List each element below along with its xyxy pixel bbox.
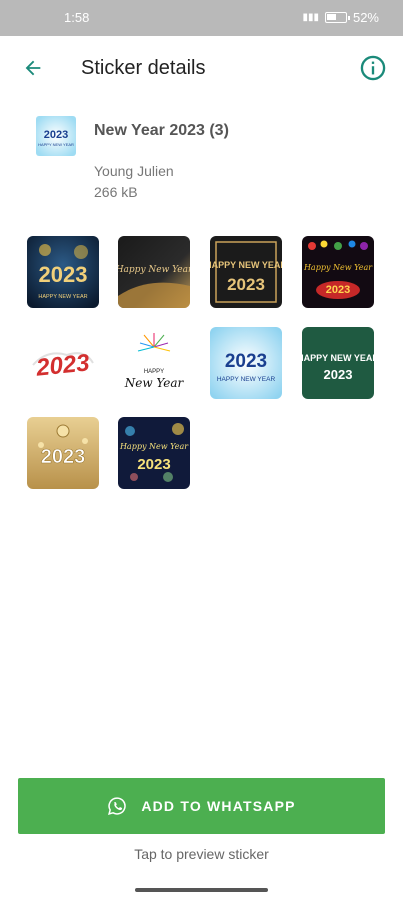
svg-text:Happy New Year: Happy New Year	[303, 263, 373, 272]
sticker-item[interactable]: 2023	[27, 417, 99, 489]
pack-name: New Year 2023 (3)	[94, 122, 229, 139]
battery-percent: 52%	[352, 10, 379, 25]
back-button[interactable]	[18, 53, 48, 83]
sticker-item[interactable]: HAPPY New Year	[118, 327, 190, 399]
signal-icon: ▮▮▮	[302, 12, 319, 23]
svg-text:2023: 2023	[137, 456, 170, 473]
svg-text:HAPPY NEW YEAR: HAPPY NEW YEAR	[217, 376, 276, 383]
svg-text:2023: 2023	[44, 129, 68, 141]
toolbar: Sticker details	[0, 36, 403, 102]
svg-text:2023: 2023	[225, 351, 267, 372]
svg-text:HAPPY NEW YEAR: HAPPY NEW YEAR	[210, 260, 282, 270]
pack-author: Young Julien	[94, 163, 174, 179]
svg-text:New Year: New Year	[124, 376, 185, 390]
sticker-item[interactable]: Happy New Year 2023	[302, 236, 374, 308]
svg-text:2023: 2023	[34, 349, 92, 382]
sticker-item[interactable]: Happy New Year	[118, 236, 190, 308]
sticker-grid: 2023 HAPPY NEW YEAR Happy New Year HAPPY…	[0, 236, 403, 496]
pack-header: 2023 HAPPY NEW YEAR New Year 2023 (3) Yo…	[0, 102, 403, 222]
sticker-item[interactable]: 2023 HAPPY NEW YEAR	[210, 327, 282, 399]
sticker-item[interactable]: HAPPY NEW YEAR 2023	[210, 236, 282, 308]
page-title: Sticker details	[81, 57, 206, 79]
info-button[interactable]	[359, 54, 387, 82]
status-indicators: ▮▮▮ 52%	[302, 10, 379, 25]
svg-text:Happy New Year: Happy New Year	[118, 265, 190, 275]
status-bar: 1:58 ▮▮▮ 52%	[0, 0, 403, 36]
svg-text:2023: 2023	[324, 367, 353, 382]
svg-text:2023: 2023	[41, 446, 86, 468]
svg-text:HAPPY NEW YEAR: HAPPY NEW YEAR	[302, 353, 374, 363]
sticker-item[interactable]: 2023	[27, 327, 99, 399]
pack-size: 266 kB	[94, 184, 138, 200]
add-button-label: ADD TO WHATSAPP	[141, 798, 296, 814]
sticker-item[interactable]: 2023 HAPPY NEW YEAR	[27, 236, 99, 308]
preview-hint: Tap to preview sticker	[134, 846, 269, 862]
home-indicator[interactable]	[135, 888, 268, 892]
svg-text:Happy New Year: Happy New Year	[119, 442, 189, 451]
svg-text:HAPPY: HAPPY	[144, 369, 164, 375]
battery-icon	[324, 12, 350, 23]
whatsapp-icon	[108, 797, 127, 815]
info-icon	[360, 55, 386, 81]
sticker-item[interactable]: Happy New Year 2023	[118, 417, 190, 489]
sticker-item[interactable]: HAPPY NEW YEAR 2023	[302, 327, 374, 399]
svg-text:2023: 2023	[227, 275, 265, 294]
svg-text:HAPPY NEW YEAR: HAPPY NEW YEAR	[38, 294, 87, 300]
svg-text:HAPPY NEW YEAR: HAPPY NEW YEAR	[38, 142, 74, 147]
pack-thumbnail: 2023 HAPPY NEW YEAR	[36, 116, 76, 156]
svg-text:2023: 2023	[39, 262, 88, 287]
status-time: 1:58	[64, 10, 90, 25]
arrow-left-icon	[25, 60, 41, 76]
add-to-whatsapp-button[interactable]: ADD TO WHATSAPP	[18, 778, 385, 834]
svg-text:2023: 2023	[326, 284, 350, 296]
